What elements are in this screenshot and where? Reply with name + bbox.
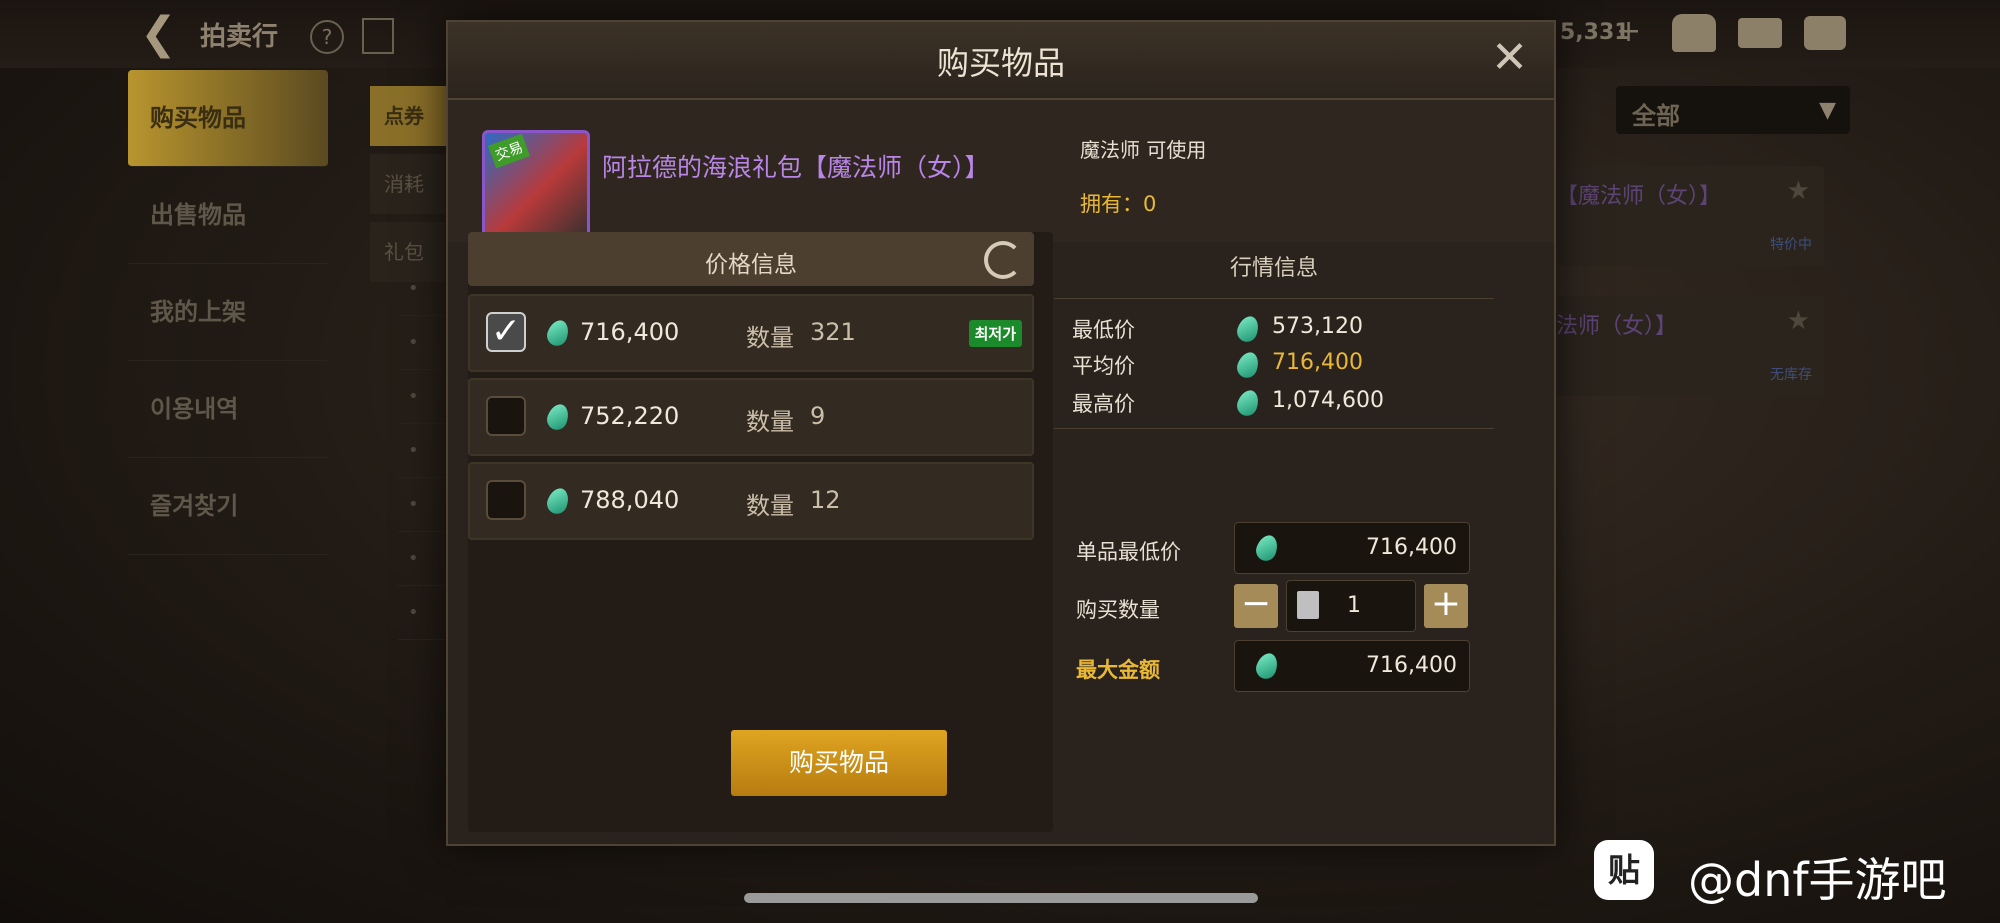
max-amount-label: 最大金额 [1076,658,1160,682]
item-summary: 交易 阿拉德的海浪礼包【魔法师（女）】 魔法师 可使用 拥有：0 [448,100,1554,242]
item-name: 阿拉德的海浪礼包【魔法师（女）】 [602,153,990,182]
close-icon[interactable]: ✕ [1491,36,1528,80]
unit-min-price-value: 716,400 [1366,535,1457,560]
usable-class-note: 魔法师 可使用 [1080,138,1207,162]
home-indicator[interactable] [744,893,1258,903]
quantity-value: 1 [1347,593,1361,618]
chat-icon[interactable] [1804,16,1846,50]
lowest-price-label: 最低价 [1072,318,1135,342]
gem-icon [1234,387,1262,419]
average-price-label: 平均价 [1072,354,1135,378]
average-price-value: 716,400 [1272,350,1363,375]
tab-points[interactable]: 点券 [370,86,450,146]
quantity-label: 数量 [746,492,794,520]
buy-item-dialog: 购买物品 ✕ 交易 阿拉德的海浪礼包【魔法师（女）】 魔法师 可使用 拥有：0 … [446,20,1556,846]
card-tag: 无库存 [1770,367,1812,383]
max-amount-field: 716,400 [1234,640,1470,692]
gem-icon [1234,349,1262,381]
listing-checkbox[interactable] [486,480,526,520]
side-nav-buy[interactable]: 购买物品 [128,70,328,167]
market-info-panel: 行情信息 最低价 573,120 平均价 716,400 最高价 1,074,6… [1054,232,1534,832]
back-arrow-icon[interactable]: ❮ [140,12,177,56]
card-title: 法师（女）】 [1556,314,1678,339]
tieba-logo-icon: 贴 [1594,840,1654,900]
quantity-decrease-button[interactable]: − [1234,584,1278,628]
mail-icon[interactable] [1738,18,1782,48]
side-nav-history[interactable]: 이용내역 [128,361,328,458]
gem-icon [544,317,572,349]
listing-quantity: 321 [810,318,856,346]
divider [1054,428,1494,429]
star-icon[interactable]: ★ [1787,176,1810,206]
storage-icon[interactable] [1672,14,1716,52]
quantity-input[interactable]: 1 [1286,580,1416,632]
listing-price: 752,220 [580,402,680,430]
owned-count: 拥有：0 [1080,192,1157,216]
dropdown-arrow-icon: ▼ [1819,98,1836,123]
category-tabs: 点券 消耗 礼包 [370,86,450,290]
listing-checkbox[interactable] [486,396,526,436]
side-nav-favorites[interactable]: 즐겨찾기 [128,458,328,555]
watermark-text: @dnf手游吧 [1688,853,1947,907]
refresh-icon[interactable] [984,241,1022,279]
listing-quantity: 9 [810,402,826,430]
lowest-price-value: 573,120 [1272,314,1363,339]
listing-card[interactable]: 法师（女）】 ★ 无库存 [1556,296,1824,396]
dialog-title: 购买物品 [936,44,1065,82]
tradeable-badge: 交易 [487,133,531,169]
market-info-title: 行情信息 [1229,256,1318,281]
side-nav-my-listings[interactable]: 我的上架 [128,264,328,361]
gem-icon [544,485,572,517]
dialog-header: 购买物品 ✕ [448,22,1554,100]
gem-icon [544,401,572,433]
highest-price-label: 最高价 [1072,392,1135,416]
side-nav-sell[interactable]: 出售物品 [128,167,328,264]
star-icon[interactable]: ★ [1787,306,1810,336]
card-title: 【魔法师（女）】 [1556,184,1722,209]
listing-quantity: 12 [810,486,841,514]
price-info-title: 价格信息 [705,252,797,278]
item-icon: 交易 [482,130,590,238]
app-title: 拍卖行 [200,22,279,52]
side-nav: 购买物品 出售物品 我的上架 이용내역 즐겨찾기 [128,70,328,555]
price-info-header: 价格信息 [468,232,1034,286]
gem-icon [1234,313,1262,345]
max-amount-value: 716,400 [1366,653,1457,678]
listing-price: 716,400 [580,318,680,346]
calculator-icon[interactable] [1297,591,1319,619]
help-icon[interactable]: ? [310,20,344,54]
divider [1054,298,1494,299]
highest-price-value: 1,074,600 [1272,388,1384,413]
buy-item-button[interactable]: 购买物品 [731,730,947,796]
listing-card[interactable]: 【魔法师（女）】 ★ 特价中 [1556,166,1824,266]
unit-min-price-label: 单品最低价 [1076,540,1181,564]
quantity-label: 数量 [746,408,794,436]
quantity-label: 数量 [746,324,794,352]
gem-icon [1253,532,1281,564]
listing-checkbox[interactable]: ✓ [486,312,526,352]
listing-price: 788,040 [580,486,680,514]
lowest-price-badge: 최저가 [968,320,1022,347]
unit-min-price-field: 716,400 [1234,522,1470,574]
quantity-label: 购买数量 [1076,598,1160,622]
card-tag: 特价中 [1770,237,1812,253]
listing-row[interactable]: 752,220 数量 9 [468,378,1034,456]
dropdown-label: 全部 [1632,102,1680,130]
listing-row[interactable]: ✓ 716,400 数量 321 최저가 [468,294,1034,372]
add-currency-icon[interactable]: + [1616,14,1641,49]
category-dropdown[interactable]: 全部 ▼ [1616,86,1850,134]
gem-icon [1253,650,1281,682]
listing-row[interactable]: 788,040 数量 12 [468,462,1034,540]
quantity-increase-button[interactable]: + [1424,584,1468,628]
tab-consumables[interactable]: 消耗 [370,154,450,214]
document-icon[interactable] [362,18,394,54]
